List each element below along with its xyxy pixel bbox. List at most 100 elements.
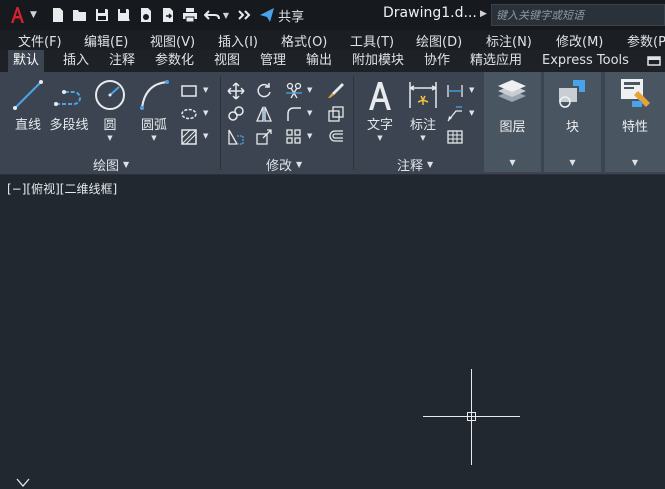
fillet-button[interactable] bbox=[283, 103, 305, 125]
fillet-dropdown-icon[interactable]: ▼ bbox=[307, 109, 312, 117]
text-icon bbox=[369, 82, 391, 110]
dimension-button[interactable]: 标注 ▼ bbox=[404, 78, 442, 142]
offset-button[interactable] bbox=[325, 126, 347, 148]
tab-annotate[interactable]: 注释 bbox=[104, 50, 140, 72]
tab-addins[interactable]: 附加模块 bbox=[347, 50, 409, 72]
arc-icon bbox=[140, 80, 169, 110]
menu-view[interactable]: 视图(V) bbox=[150, 31, 195, 50]
rectangle-dropdown-icon[interactable]: ▼ bbox=[203, 86, 208, 94]
circle-button[interactable]: 圆 ▼ bbox=[91, 78, 129, 142]
scale-icon bbox=[256, 129, 272, 145]
layers-label: 图层 bbox=[499, 120, 526, 135]
tab-view[interactable]: 视图 bbox=[209, 50, 245, 72]
hatch-dropdown-icon[interactable]: ▼ bbox=[203, 132, 208, 140]
share-button[interactable]: 共享 bbox=[259, 6, 304, 25]
fillet-icon bbox=[287, 107, 301, 121]
linear-dimension-button[interactable] bbox=[444, 80, 466, 102]
title-caret-icon[interactable]: ▶ bbox=[480, 9, 487, 19]
more-tools-icon[interactable] bbox=[233, 4, 255, 26]
menu-parametric[interactable]: 参数(P bbox=[627, 31, 665, 50]
block-icon bbox=[559, 80, 585, 108]
save-as-icon[interactable] bbox=[113, 4, 135, 26]
undo-icon[interactable] bbox=[201, 4, 223, 26]
menu-dimension[interactable]: 标注(N) bbox=[486, 31, 532, 50]
circle-dropdown-icon[interactable]: ▼ bbox=[107, 134, 112, 142]
offset-icon bbox=[329, 130, 343, 142]
undo-caret-icon[interactable]: ▼ bbox=[223, 11, 229, 20]
block-label: 块 bbox=[565, 120, 579, 135]
leader-icon bbox=[447, 106, 462, 122]
explode-icon bbox=[328, 106, 344, 122]
ellipse-dropdown-icon[interactable]: ▼ bbox=[203, 109, 208, 117]
text-dropdown-icon[interactable]: ▼ bbox=[377, 134, 382, 142]
move-button[interactable] bbox=[225, 80, 247, 102]
tab-collaborate[interactable]: 协作 bbox=[419, 50, 455, 72]
ribbon-options-icon[interactable] bbox=[645, 54, 665, 68]
polyline-button[interactable]: 多段线 bbox=[48, 78, 90, 133]
annotation-panel-label: 注释 bbox=[397, 159, 424, 174]
tab-insert[interactable]: 插入 bbox=[58, 50, 94, 72]
tab-output[interactable]: 输出 bbox=[301, 50, 337, 72]
menu-draw[interactable]: 绘图(D) bbox=[416, 31, 462, 50]
draw-panel-label: 绘图 bbox=[93, 159, 120, 174]
save-icon[interactable] bbox=[91, 4, 113, 26]
erase-button[interactable] bbox=[325, 80, 347, 102]
stretch-button[interactable] bbox=[225, 126, 247, 148]
leader-dropdown-icon[interactable]: ▼ bbox=[469, 109, 474, 117]
ellipse-button[interactable] bbox=[178, 103, 200, 125]
array-dropdown-icon[interactable]: ▼ bbox=[307, 132, 312, 140]
dimension-label: 标注 bbox=[409, 118, 436, 133]
tab-featured-apps[interactable]: 精选应用 bbox=[465, 50, 527, 72]
block-group-button[interactable]: 块 ▼ bbox=[544, 72, 601, 172]
search-input[interactable] bbox=[496, 8, 664, 22]
menu-insert[interactable]: 插入(I) bbox=[218, 31, 258, 50]
explode-button[interactable] bbox=[325, 103, 347, 125]
mirror-button[interactable] bbox=[253, 103, 275, 125]
copy-button[interactable] bbox=[225, 103, 247, 125]
text-button[interactable]: 文字 ▼ bbox=[360, 78, 400, 142]
annotation-panel-title[interactable]: 注释 ▼ bbox=[397, 156, 433, 174]
arc-button[interactable]: 圆弧 ▼ bbox=[134, 78, 174, 142]
dimension-dropdown-icon[interactable]: ▼ bbox=[420, 134, 425, 142]
polyline-label: 多段线 bbox=[49, 118, 89, 133]
tab-express-tools[interactable]: Express Tools bbox=[537, 50, 634, 72]
menu-modify[interactable]: 修改(M) bbox=[556, 31, 603, 50]
leader-button[interactable] bbox=[444, 103, 466, 125]
trim-button[interactable] bbox=[283, 80, 305, 102]
properties-group-button[interactable]: 特性 ▼ bbox=[605, 72, 665, 172]
tab-parametric[interactable]: 参数化 bbox=[150, 50, 199, 72]
open-folder-icon[interactable] bbox=[69, 4, 91, 26]
array-button[interactable] bbox=[283, 126, 305, 148]
tab-home[interactable]: 默认 bbox=[8, 50, 45, 72]
menu-tools[interactable]: 工具(T) bbox=[350, 31, 394, 50]
app-menu-caret-icon[interactable]: ▼ bbox=[30, 10, 37, 20]
linear-dimension-dropdown-icon[interactable]: ▼ bbox=[469, 86, 474, 94]
search-box[interactable] bbox=[491, 4, 665, 26]
rotate-button[interactable] bbox=[253, 80, 275, 102]
draw-panel-title[interactable]: 绘图 ▼ bbox=[93, 156, 129, 174]
scale-button[interactable] bbox=[253, 126, 275, 148]
new-file-icon[interactable] bbox=[47, 4, 69, 26]
print-icon[interactable] bbox=[179, 4, 201, 26]
autocad-logo-icon[interactable] bbox=[6, 4, 28, 26]
export-icon[interactable] bbox=[157, 4, 179, 26]
line-button[interactable]: 直线 bbox=[8, 78, 48, 133]
hatch-button[interactable] bbox=[178, 126, 200, 148]
layers-group-button[interactable]: 图层 ▼ bbox=[484, 72, 541, 172]
properties-dropdown-icon: ▼ bbox=[631, 158, 639, 167]
modify-panel-title[interactable]: 修改 ▼ bbox=[266, 156, 302, 174]
drawing-viewport[interactable]: [−][俯视][二维线框] bbox=[0, 176, 665, 489]
trim-dropdown-icon[interactable]: ▼ bbox=[307, 86, 312, 94]
menu-file[interactable]: 文件(F) bbox=[18, 31, 62, 50]
table-button[interactable] bbox=[444, 126, 466, 148]
menu-edit[interactable]: 编辑(E) bbox=[84, 31, 128, 50]
viewport-controls-label[interactable]: [−][俯视][二维线框] bbox=[7, 180, 117, 197]
linear-dimension-icon bbox=[447, 85, 463, 97]
tab-manage[interactable]: 管理 bbox=[255, 50, 291, 72]
open-web-icon[interactable] bbox=[135, 4, 157, 26]
menu-format[interactable]: 格式(O) bbox=[281, 31, 327, 50]
arc-dropdown-icon[interactable]: ▼ bbox=[151, 134, 156, 142]
block-dropdown-icon: ▼ bbox=[569, 158, 576, 167]
panel-divider bbox=[353, 76, 354, 170]
rectangle-button[interactable] bbox=[178, 80, 200, 102]
